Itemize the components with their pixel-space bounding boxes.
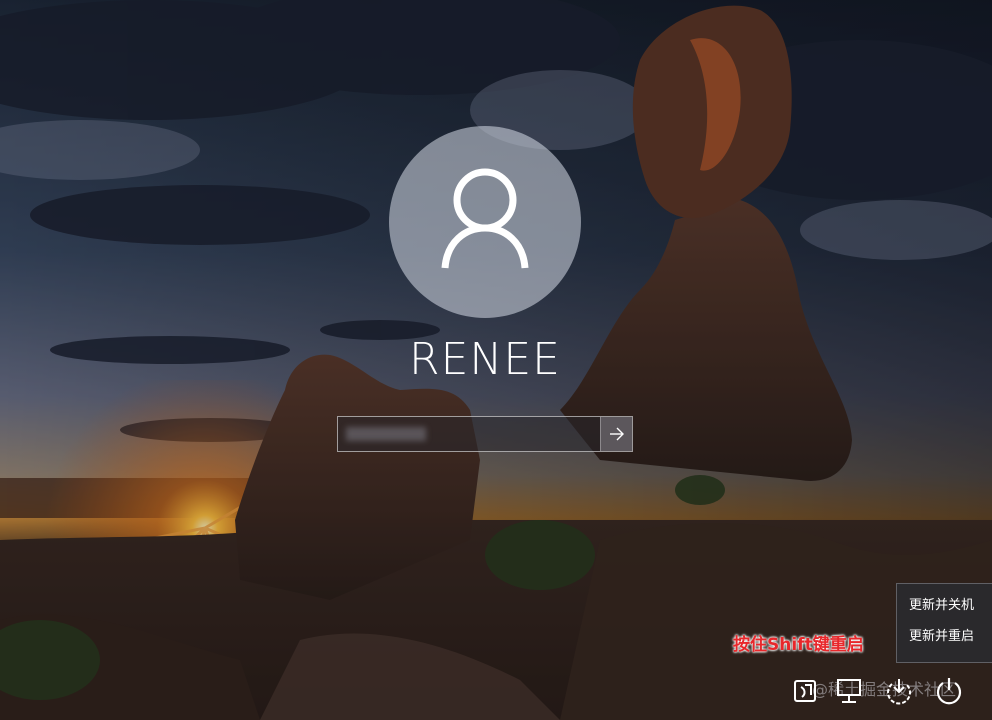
ease-of-access-button[interactable] (792, 676, 822, 706)
submit-button[interactable] (600, 417, 632, 451)
shift-restart-hint: 按住Shift键重启 (733, 635, 864, 655)
network-button[interactable] (836, 676, 866, 706)
password-input[interactable] (338, 417, 600, 451)
update-power-icon (887, 679, 911, 705)
power-menu: 更新并关机 更新并重启 (896, 583, 992, 663)
password-box (337, 416, 633, 452)
user-avatar (389, 126, 581, 318)
power-icon (936, 678, 962, 705)
network-icon (837, 679, 861, 703)
ease-of-access-icon (794, 680, 816, 702)
user-icon (441, 168, 529, 269)
arrow-right-icon (610, 427, 624, 441)
menu-item-update-and-restart[interactable]: 更新并重启 (897, 625, 992, 656)
username-label: RENEE (409, 334, 561, 385)
menu-item-update-and-shutdown[interactable]: 更新并关机 (897, 594, 992, 625)
power-button[interactable] (934, 676, 964, 706)
lock-screen: RENEE 更新并关机 更新并重启 按住Shift键重启 @稀土掘金技术社区 (0, 0, 992, 720)
update-power-button[interactable] (884, 676, 914, 706)
